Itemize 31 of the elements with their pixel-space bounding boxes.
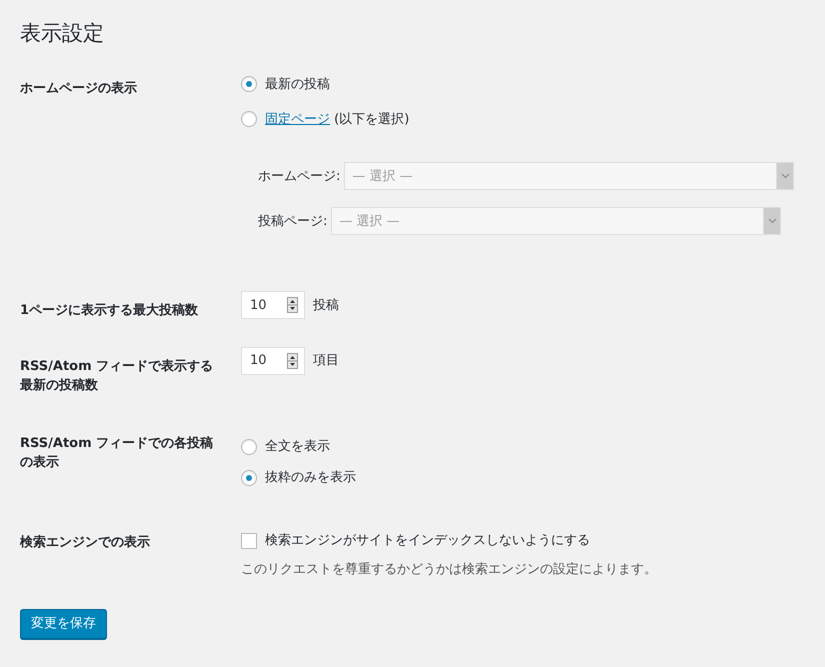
number-field[interactable]: 10 — [241, 291, 305, 320]
option-label: 抜粋のみを表示 — [265, 469, 356, 488]
field-label: RSS/Atom フィードでの各投稿の表示 — [20, 434, 214, 472]
save-button[interactable]: 変更を保存 — [20, 609, 107, 639]
field-label: RSS/Atom フィードで表示する最新の投稿数 — [20, 358, 214, 396]
number-field[interactable]: 10 — [241, 346, 305, 375]
unit-label: 投稿 — [313, 296, 339, 315]
checkbox-label: 検索エンジンがサイトをインデックスしないようにする — [265, 532, 590, 550]
field-label: ホームページの表示 — [20, 80, 138, 98]
select-label: ホームページ: — [258, 168, 340, 186]
checkbox[interactable] — [241, 532, 257, 549]
page-title: 表示設定 — [20, 20, 105, 47]
option-label: 全文を表示 — [265, 438, 330, 456]
option-label: 固定ページ (以下を選択) — [265, 110, 410, 129]
option-label: 最新の投稿 — [265, 76, 330, 94]
select-label: 投稿ページ: — [258, 212, 328, 231]
spinner-icon[interactable] — [287, 297, 298, 314]
radio-button[interactable] — [241, 76, 257, 92]
spinner-icon[interactable] — [287, 352, 298, 369]
field-label: 1ページに表示する最大投稿数 — [20, 302, 200, 320]
unit-label: 項目 — [313, 352, 339, 370]
description-text: このリクエストを尊重するかどうかは検索エンジンの設定によります。 — [241, 560, 658, 579]
chevron-icon — [768, 218, 777, 224]
link[interactable]: 固定ページ — [265, 112, 330, 127]
chevron-icon — [780, 173, 790, 180]
radio-button[interactable] — [241, 470, 257, 486]
radio-button[interactable] — [241, 438, 257, 455]
select-field: — 選択 — — [344, 162, 794, 190]
select-field: — 選択 — — [331, 207, 782, 236]
field-label: 検索エンジンでの表示 — [20, 534, 151, 552]
radio-button[interactable] — [241, 111, 257, 128]
